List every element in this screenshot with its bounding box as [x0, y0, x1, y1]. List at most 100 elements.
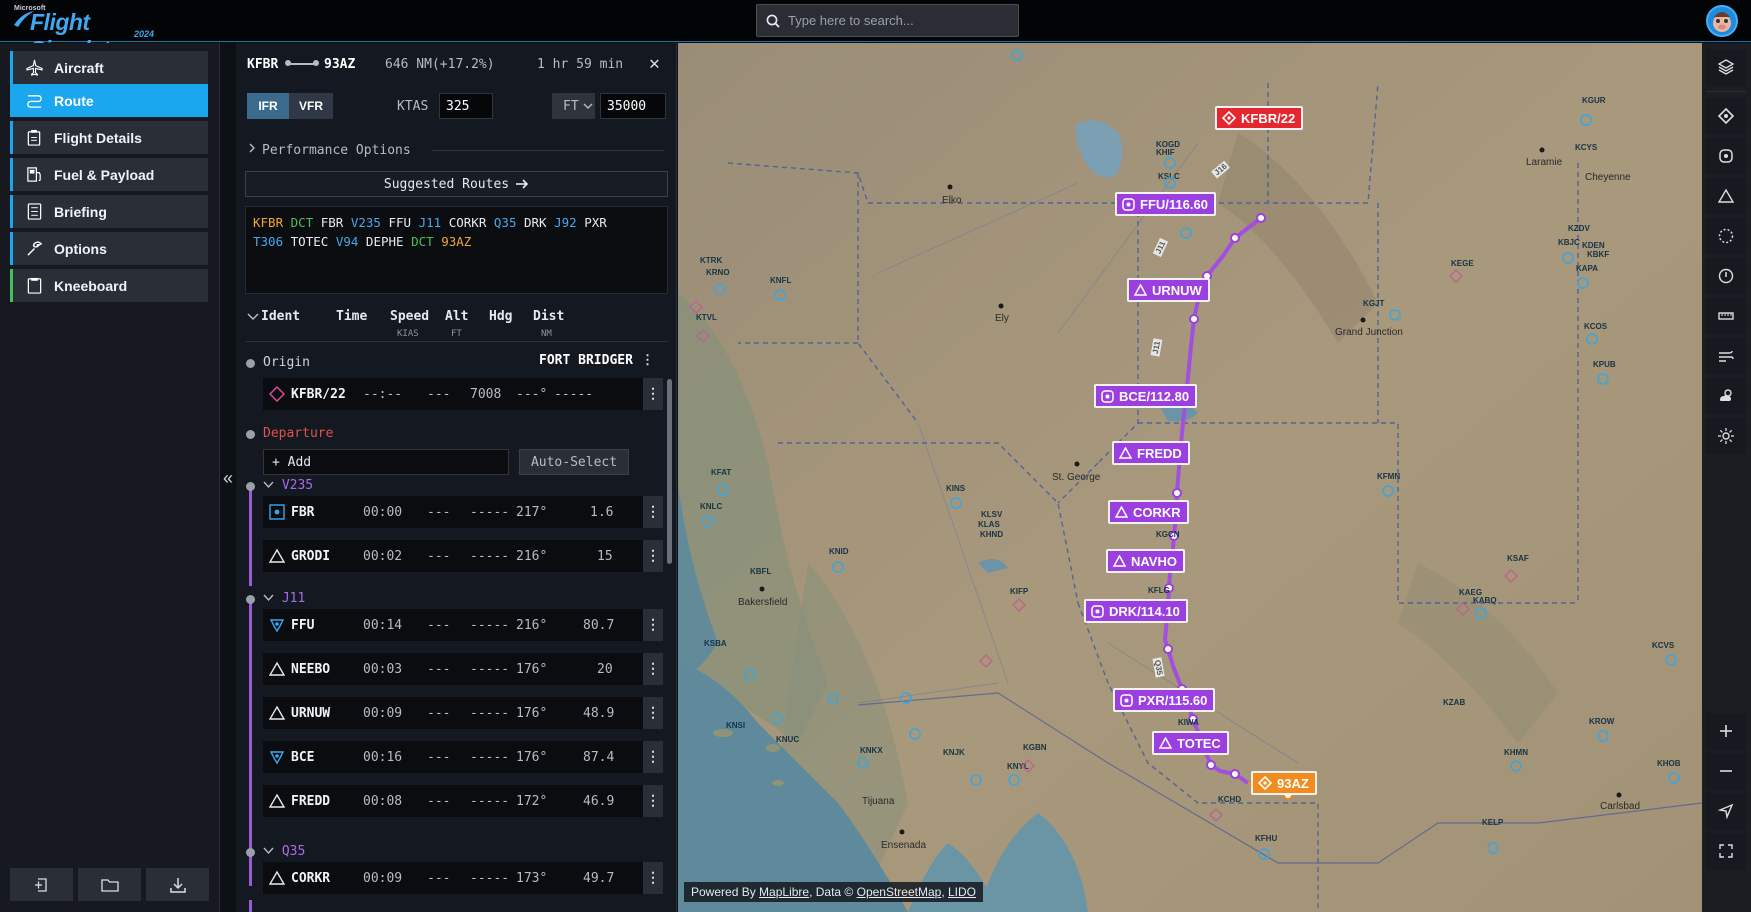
layers-button[interactable] — [1706, 49, 1746, 85]
leg-row-corkr[interactable]: CORKR 00:09 --- ----- 173° 49.7 ⋮ — [263, 862, 663, 894]
route-token: V94 — [335, 234, 359, 249]
auto-select-button[interactable]: Auto-Select — [519, 449, 629, 475]
airspace-filter-button[interactable] — [1706, 258, 1746, 294]
leg-dist: 46.9 — [583, 794, 615, 809]
avatar[interactable] — [1706, 5, 1738, 37]
nav-item-flight-details[interactable]: Flight Details — [10, 121, 208, 154]
leg-menu-kebab[interactable]: ⋮ — [643, 785, 663, 817]
leg-menu-kebab[interactable]: ⋮ — [643, 378, 663, 410]
leg-alt: ----- — [470, 618, 510, 633]
legs-scrollbar[interactable] — [666, 361, 672, 909]
route-token: TOTEC — [290, 234, 329, 249]
airway-label-v235[interactable]: V235 — [263, 478, 313, 493]
search-box[interactable] — [756, 4, 1019, 37]
column-alt-unit: FT — [451, 329, 462, 339]
nav-item-fuel-payload[interactable]: Fuel & Payload — [10, 158, 208, 191]
vfr-toggle[interactable]: VFR — [289, 93, 333, 119]
waypoint-fredd[interactable]: FREDD — [1112, 441, 1190, 465]
leg-menu-kebab[interactable]: ⋮ — [643, 540, 663, 572]
leg-ident: BCE — [291, 750, 315, 765]
ifr-toggle[interactable]: IFR — [247, 93, 289, 119]
center-location-button[interactable] — [1706, 793, 1746, 829]
leg-row-urnuw[interactable]: URNUW 00:09 --- ----- 176° 48.9 ⋮ — [263, 697, 663, 729]
weather-button[interactable] — [1706, 378, 1746, 414]
nav-item-kneeboard[interactable]: Kneeboard — [10, 269, 208, 302]
ktas-input[interactable]: 325 — [439, 93, 493, 119]
plane-icon — [25, 59, 43, 77]
waypoint-urnuw[interactable]: URNUW — [1127, 278, 1210, 302]
leg-row-fredd[interactable]: FREDD 00:08 --- ----- 172° 46.9 ⋮ — [263, 785, 663, 817]
leg-row-bce[interactable]: BCE 00:16 --- ----- 176° 87.4 ⋮ — [263, 741, 663, 773]
maplibre-link[interactable]: MapLibre — [759, 885, 809, 899]
intersection-filter-button[interactable] — [1706, 178, 1746, 214]
leg-menu-kebab[interactable]: ⋮ — [643, 496, 663, 528]
lido-link[interactable]: LIDO — [948, 885, 976, 899]
waypoint-origin-kfbr[interactable]: KFBR/22 — [1215, 106, 1304, 130]
nav-item-route[interactable]: Route — [10, 84, 208, 117]
leg-row-neebo[interactable]: NEEBO 00:03 --- ----- 176° 20 ⋮ — [263, 653, 663, 685]
nav-item-label: Fuel & Payload — [54, 166, 155, 183]
leg-time: 00:00 — [363, 505, 403, 520]
new-flight-button[interactable] — [10, 868, 73, 901]
airway-label-j11[interactable]: J11 — [263, 591, 305, 606]
leg-menu-kebab[interactable]: ⋮ — [643, 697, 663, 729]
search-input[interactable] — [788, 13, 1008, 28]
route-map[interactable]: J16 J11 J11 Q35 Elko Ely St. George Lara… — [678, 43, 1702, 912]
zoom-out-button[interactable] — [1706, 753, 1746, 789]
waypoint-bce[interactable]: BCE/112.80 — [1094, 384, 1198, 408]
collapse-panel-button[interactable]: « — [221, 466, 235, 490]
scrollbar-thumb[interactable] — [667, 379, 672, 564]
leg-row-grodi[interactable]: GRODI 00:02 --- ----- 216° 15 ⋮ — [263, 540, 663, 572]
ruler-button[interactable] — [1706, 298, 1746, 334]
intersection-icon — [269, 870, 285, 885]
leg-row-origin[interactable]: KFBR/22 --:-- --- 7008 ---° ----- ⋮ — [263, 378, 663, 410]
vor-filter-button[interactable] — [1706, 138, 1746, 174]
waypoint-drk[interactable]: DRK/114.10 — [1084, 599, 1188, 623]
waypoint-ffu[interactable]: FFU/116.60 — [1115, 192, 1216, 216]
waypoint-destination-93az[interactable]: 93AZ — [1251, 771, 1317, 795]
leg-menu-kebab[interactable]: ⋮ — [643, 741, 663, 773]
wind-button[interactable] — [1706, 338, 1746, 374]
leg-menu-kebab[interactable]: ⋮ — [643, 862, 663, 894]
fullscreen-button[interactable] — [1706, 833, 1746, 869]
ndb-filter-button[interactable] — [1706, 218, 1746, 254]
waypoint-totec[interactable]: TOTEC — [1152, 731, 1229, 755]
plus-icon — [1720, 725, 1732, 737]
leg-menu-kebab[interactable]: ⋮ — [643, 609, 663, 641]
leg-time: 00:08 — [363, 794, 403, 809]
airport-filter-button[interactable] — [1706, 98, 1746, 134]
leg-row-ffu[interactable]: FFU 00:14 --- ----- 216° 80.7 ⋮ — [263, 609, 663, 641]
leg-menu-kebab[interactable]: ⋮ — [643, 653, 663, 685]
waypoint-pxr[interactable]: PXR/115.60 — [1113, 688, 1216, 712]
nav-item-briefing[interactable]: Briefing — [10, 195, 208, 228]
route-token: DCT — [290, 215, 314, 230]
waypoint-corkr[interactable]: CORKR — [1108, 500, 1189, 524]
column-ident: Ident — [261, 309, 301, 324]
route-string-field[interactable]: KFBR DCT FBR V235 FFU J11 CORKR Q35 DRK … — [245, 206, 668, 294]
performance-options-toggle[interactable]: Performance Options — [236, 140, 677, 160]
leg-dist: 20 — [597, 662, 613, 677]
osm-link[interactable]: OpenStreetMap — [857, 885, 942, 899]
nav-item-options[interactable]: Options — [10, 232, 208, 265]
leg-row-fbr[interactable]: FBR 00:00 --- ----- 217° 1.6 ⋮ — [263, 496, 663, 528]
add-departure-button[interactable]: + Add — [263, 449, 509, 475]
leg-speed: --- — [427, 618, 451, 633]
daylight-button[interactable] — [1706, 418, 1746, 454]
save-flight-button[interactable] — [146, 868, 209, 901]
altitude-unit-select[interactable]: FT — [552, 93, 595, 119]
zoom-in-button[interactable] — [1706, 713, 1746, 749]
airway-label-q35[interactable]: Q35 — [263, 844, 305, 859]
close-icon[interactable]: ✕ — [649, 53, 660, 74]
intersection-icon — [1113, 555, 1126, 567]
column-speed: Speed — [390, 309, 430, 324]
ruler-icon — [1718, 312, 1734, 320]
suggested-routes-button[interactable]: Suggested Routes — [245, 171, 668, 197]
nav-item-aircraft[interactable]: Aircraft — [10, 51, 208, 84]
intersection-icon — [269, 661, 285, 676]
collapse-all-chevron-icon[interactable] — [247, 312, 259, 322]
leg-alt: ----- — [470, 706, 510, 721]
altitude-input[interactable]: 35000 — [600, 93, 666, 119]
waypoint-navho[interactable]: NAVHO — [1106, 549, 1185, 573]
open-flight-button[interactable] — [78, 868, 141, 901]
origin-menu-kebab[interactable]: ⋮ — [641, 352, 654, 368]
